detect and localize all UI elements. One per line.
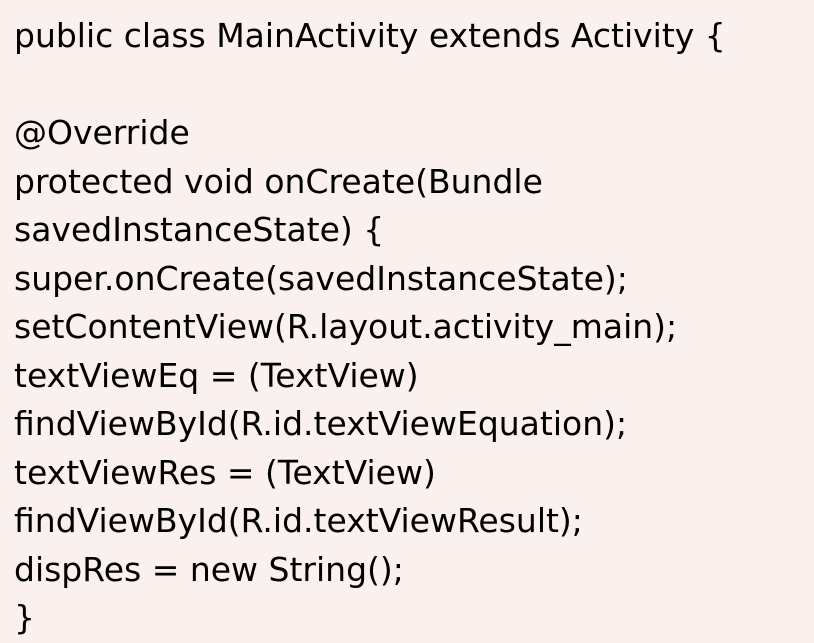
code-line-closing-brace: } bbox=[14, 598, 35, 637]
code-line-textview-eq-cast: textViewEq = (TextView) bbox=[14, 355, 419, 395]
code-line-method-signature: protected void onCreate(Bundle bbox=[14, 161, 543, 201]
code-snippet: public class MainActivity extends Activi… bbox=[0, 0, 814, 637]
code-line-disp-res-init: dispRes = new String(); bbox=[14, 549, 404, 589]
code-line-set-content-view: setContentView(R.layout.activity_main); bbox=[14, 307, 678, 346]
code-line-method-parameter: savedInstanceState) { bbox=[14, 210, 385, 249]
code-line-override-annotation: @Override bbox=[14, 113, 190, 152]
code-line-find-result-view: findViewById(R.id.textViewResult); bbox=[14, 501, 583, 540]
code-line-find-equation-view: findViewById(R.id.textViewEquation); bbox=[14, 404, 628, 443]
code-line-super-call: super.onCreate(savedInstanceState); bbox=[14, 258, 628, 298]
code-line-class-declaration: public class MainActivity extends Activi… bbox=[14, 16, 726, 55]
code-line-textview-res-cast: textViewRes = (TextView) bbox=[14, 452, 436, 492]
